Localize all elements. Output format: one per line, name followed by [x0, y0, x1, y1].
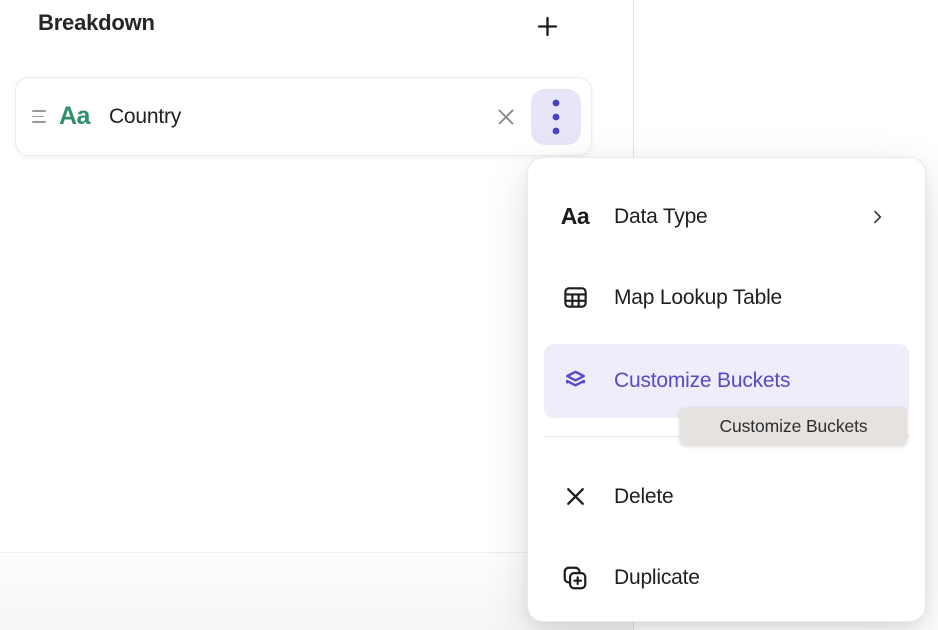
drag-handle-icon[interactable]	[32, 110, 46, 123]
menu-item-delete[interactable]: Delete	[528, 456, 925, 537]
text-type-icon: Aa	[561, 203, 589, 230]
breakdown-header: Breakdown	[0, 0, 633, 52]
copy-plus-icon	[561, 564, 589, 592]
stack-layers-icon	[561, 368, 589, 395]
menu-item-label: Delete	[614, 485, 674, 509]
field-more-options-button[interactable]	[531, 89, 581, 145]
customize-buckets-tooltip: Customize Buckets	[680, 408, 907, 445]
menu-item-customize-buckets[interactable]: Customize Buckets	[544, 344, 909, 418]
menu-item-label: Duplicate	[614, 566, 700, 590]
menu-item-label: Customize Buckets	[614, 369, 790, 393]
menu-item-data-type[interactable]: Aa Data Type	[528, 176, 925, 257]
chevron-right-icon	[867, 207, 887, 227]
menu-item-label: Data Type	[614, 205, 708, 229]
field-context-menu: Aa Data Type Map Lookup Table Customize …	[527, 157, 926, 622]
table-icon	[561, 284, 589, 311]
vertical-dots-icon	[551, 98, 561, 136]
menu-item-duplicate[interactable]: Duplicate	[528, 537, 925, 618]
delete-x-icon	[561, 484, 589, 509]
close-icon	[494, 105, 518, 129]
add-breakdown-button[interactable]	[527, 6, 567, 46]
field-type-badge: Aa	[59, 102, 90, 131]
breakdown-field-card[interactable]: Aa Country	[15, 77, 592, 156]
plus-icon	[534, 13, 561, 40]
menu-item-map-lookup-table[interactable]: Map Lookup Table	[528, 257, 925, 338]
card-actions	[488, 89, 591, 145]
menu-item-label: Map Lookup Table	[614, 286, 782, 310]
page-title: Breakdown	[38, 10, 155, 36]
field-name-label: Country	[109, 105, 181, 129]
remove-field-button[interactable]	[488, 99, 524, 135]
